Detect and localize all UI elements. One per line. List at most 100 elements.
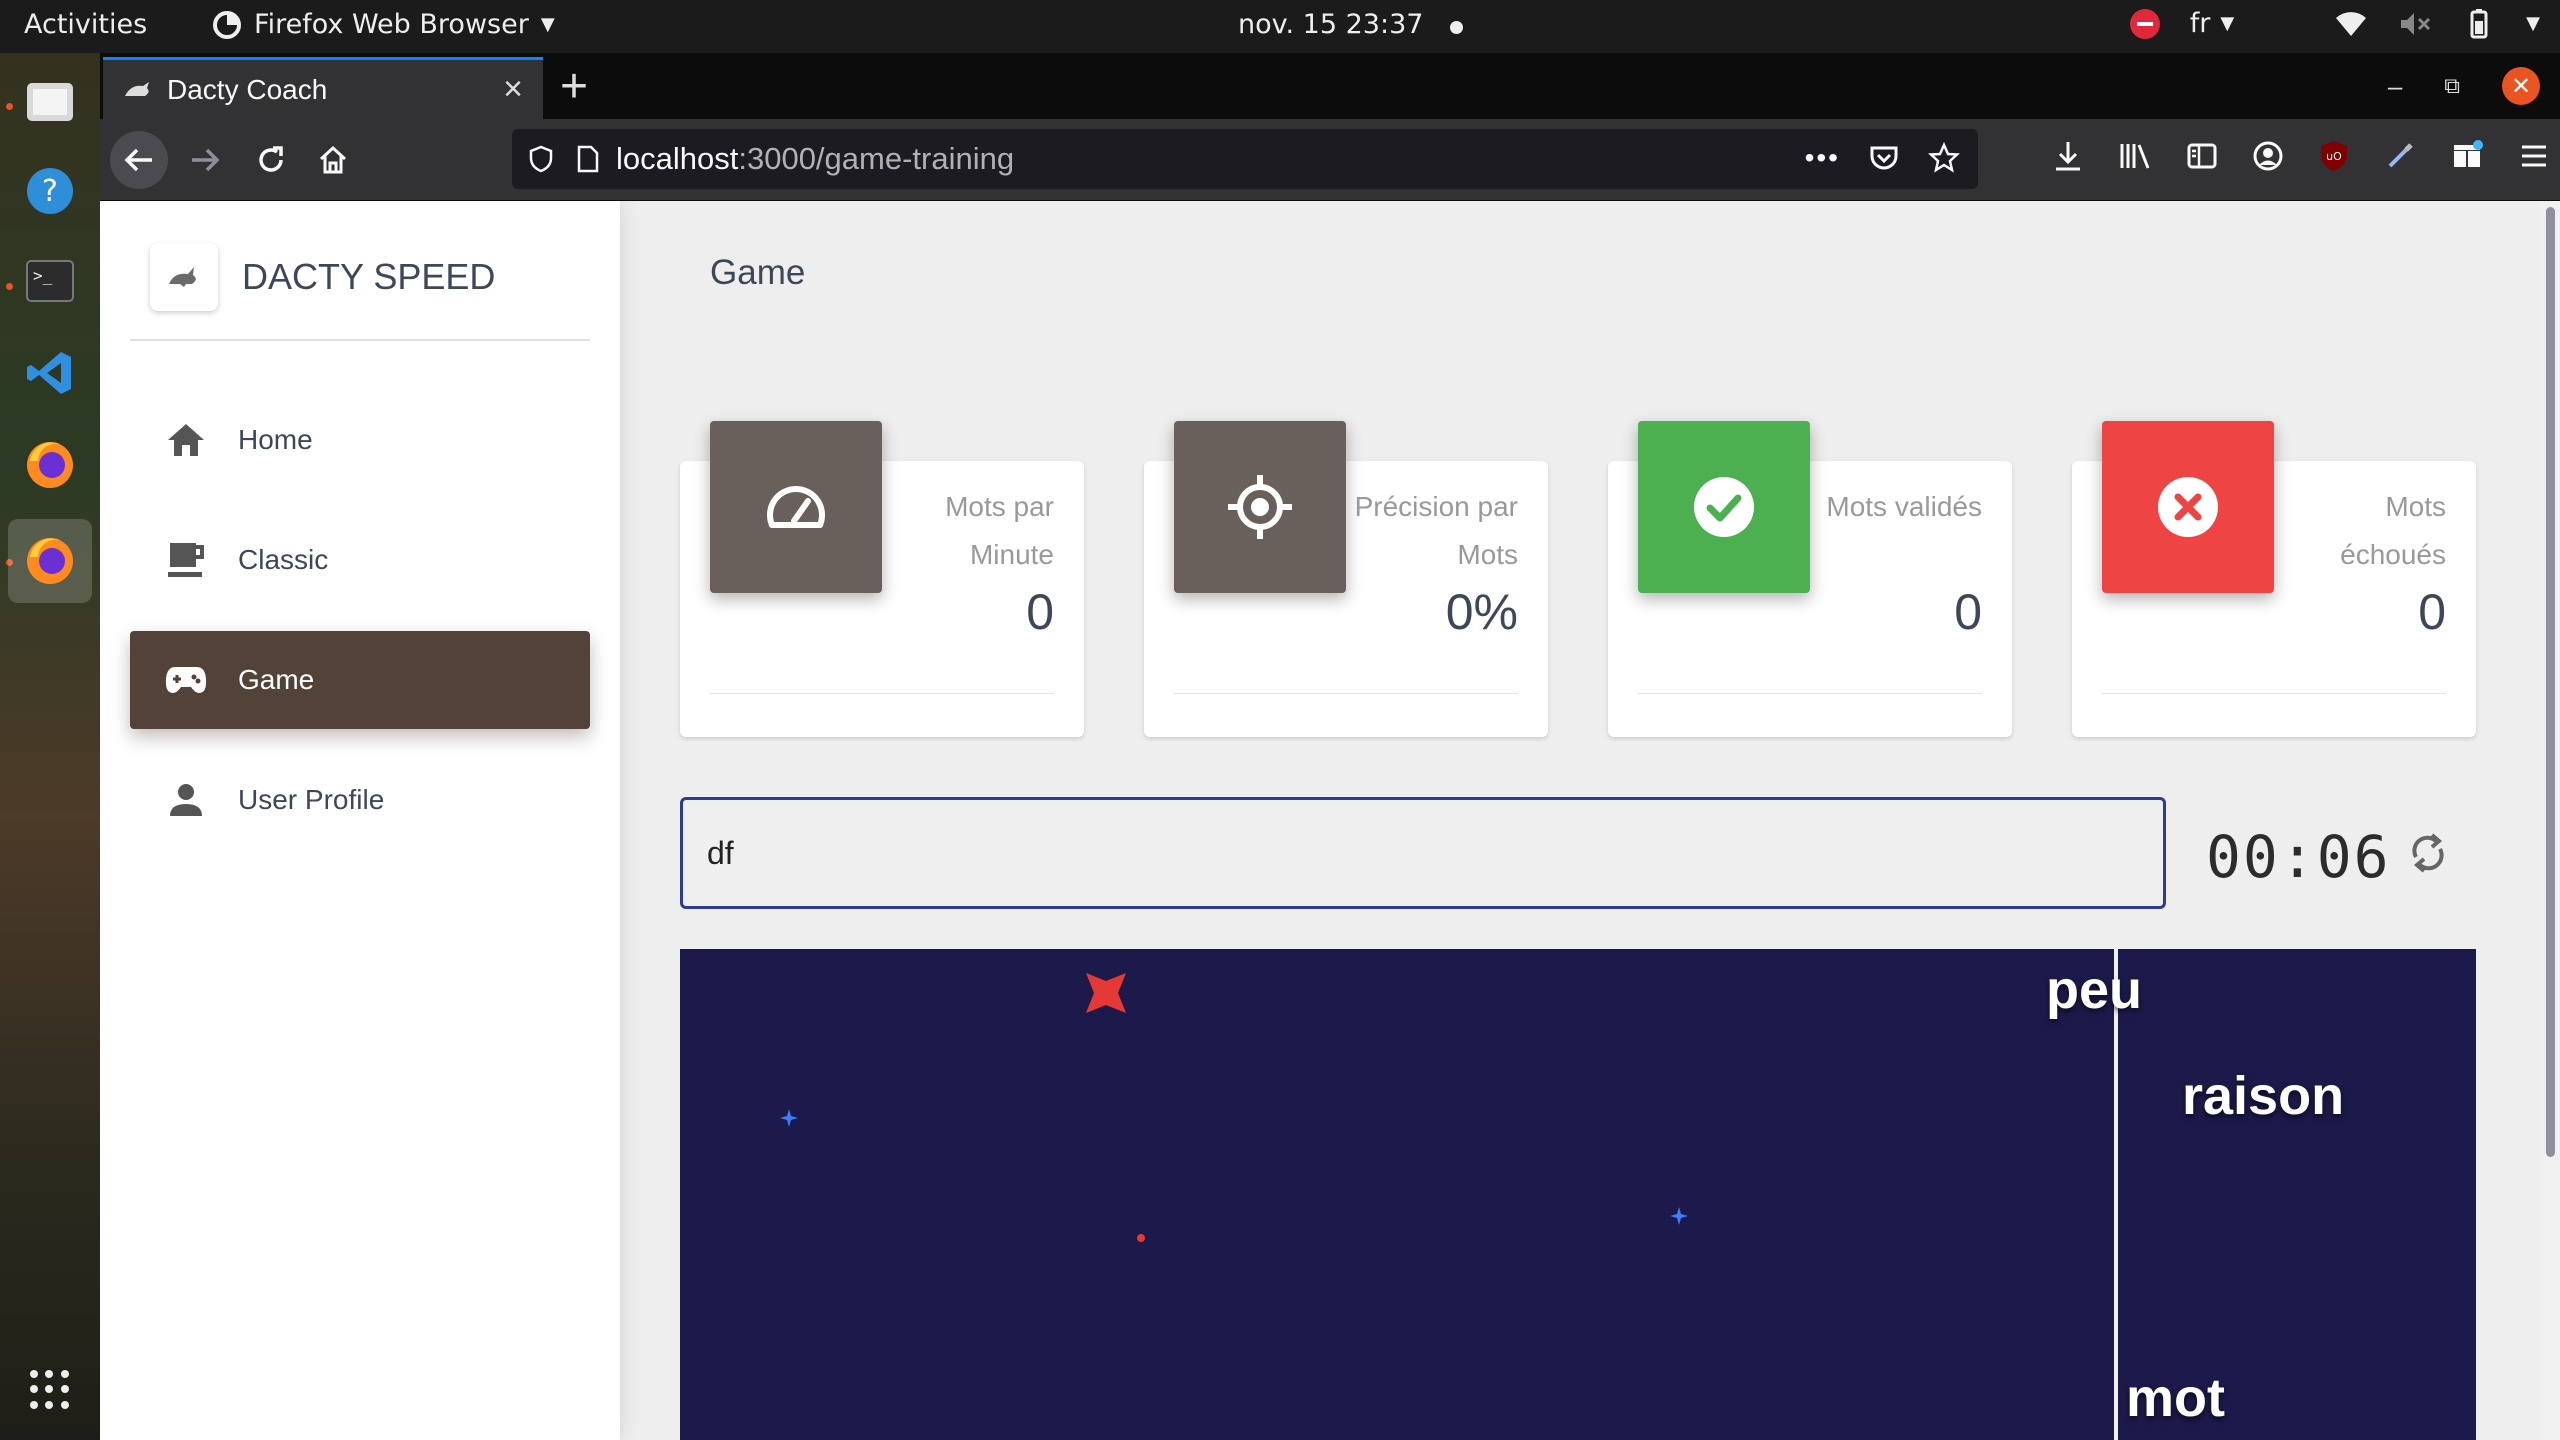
activities-button[interactable]: Activities bbox=[24, 9, 147, 40]
blue-star-sprite bbox=[780, 1109, 798, 1127]
minimize-button[interactable]: – bbox=[2388, 71, 2402, 102]
refresh-icon bbox=[2412, 833, 2444, 873]
card-divider bbox=[710, 693, 1054, 694]
sidebar-item-home[interactable]: Home bbox=[130, 391, 590, 489]
hamburger-menu-icon[interactable] bbox=[2518, 142, 2550, 170]
brand-name: DACTY SPEED bbox=[242, 256, 496, 297]
system-tray[interactable]: fr ▼ ▼ bbox=[2129, 8, 2540, 39]
gamepad-icon bbox=[164, 658, 208, 702]
svg-text:?: ? bbox=[42, 174, 58, 209]
sidebar-item-label: User Profile bbox=[238, 784, 385, 815]
show-applications-icon[interactable] bbox=[30, 1370, 70, 1410]
stat-card-precision: Précision par Mots 0% bbox=[1144, 421, 1548, 737]
download-icon[interactable] bbox=[2052, 139, 2084, 173]
card-divider bbox=[2102, 693, 2446, 694]
home-button[interactable] bbox=[304, 131, 362, 189]
firefox-active-icon[interactable] bbox=[8, 519, 92, 603]
arrow-right-icon bbox=[192, 148, 220, 172]
sidebar-item-label: Home bbox=[238, 424, 313, 455]
running-indicator bbox=[6, 103, 13, 110]
app-menu[interactable]: Firefox Web Browser ▼ bbox=[212, 9, 555, 40]
sidebar-item-game[interactable]: Game bbox=[130, 631, 590, 729]
check-circle-icon bbox=[1638, 421, 1810, 593]
system-top-bar: Activities Firefox Web Browser ▼ nov. 15… bbox=[0, 0, 2560, 53]
shield-icon bbox=[529, 145, 553, 173]
page-icon bbox=[577, 145, 599, 173]
do-not-disturb-icon[interactable] bbox=[2129, 8, 2160, 39]
stat-card-failed: Mots échoués 0 bbox=[2072, 421, 2476, 737]
blue-star-sprite bbox=[1670, 1207, 1688, 1225]
back-button[interactable] bbox=[110, 131, 168, 189]
pocket-icon[interactable] bbox=[1868, 142, 1900, 174]
extensions-icon[interactable] bbox=[2450, 139, 2484, 173]
page-scrollbar[interactable] bbox=[2540, 201, 2560, 1440]
address-bar[interactable]: localhost:3000/game-training ••• bbox=[512, 129, 1978, 189]
maximize-button[interactable]: ⧉ bbox=[2444, 73, 2460, 99]
volume-muted-icon bbox=[2401, 12, 2431, 35]
stat-value: 0 bbox=[1026, 584, 1054, 640]
vscode-icon[interactable] bbox=[22, 345, 78, 401]
help-icon[interactable]: ? bbox=[22, 163, 78, 219]
arrow-left-icon bbox=[124, 148, 152, 172]
firefox-small-icon bbox=[213, 10, 241, 39]
forward-button[interactable] bbox=[176, 131, 234, 189]
coffee-icon bbox=[164, 538, 208, 582]
ublock-icon[interactable]: uO bbox=[2318, 139, 2350, 173]
sidebar-item-classic[interactable]: Classic bbox=[130, 511, 590, 609]
files-icon[interactable] bbox=[22, 73, 78, 129]
sidebar-nav: Home Classic Game User Profile bbox=[130, 391, 590, 871]
new-tab-button[interactable]: + bbox=[560, 59, 588, 114]
firefox-icon[interactable] bbox=[22, 437, 78, 493]
navigation-toolbar: localhost:3000/game-training ••• uO bbox=[100, 119, 2560, 201]
sidebar-toggle-icon[interactable] bbox=[2186, 141, 2218, 171]
sidebar: DACTY SPEED Home Classic Game User Profi… bbox=[100, 201, 620, 1440]
browser-tab[interactable]: Dacty Coach × bbox=[103, 57, 543, 119]
battery-icon bbox=[2470, 8, 2488, 38]
falling-word: raison bbox=[2182, 1066, 2345, 1126]
app-menu-label: Firefox Web Browser bbox=[254, 9, 529, 40]
stat-card-validated: Mots validés 0 bbox=[1608, 421, 2012, 737]
sidebar-item-user-profile[interactable]: User Profile bbox=[130, 751, 590, 849]
eyedropper-icon[interactable] bbox=[2384, 140, 2416, 172]
close-tab-icon[interactable]: × bbox=[503, 70, 523, 109]
typing-input[interactable] bbox=[680, 797, 2166, 909]
stat-value: 0 bbox=[1954, 584, 1982, 640]
falling-word: peu bbox=[2046, 960, 2143, 1020]
stat-label: Précision par Mots bbox=[1354, 491, 1518, 570]
dock: ? >_ bbox=[0, 53, 100, 1440]
svg-text:uO: uO bbox=[2326, 150, 2342, 163]
web-page: DACTY SPEED Home Classic Game User Profi… bbox=[100, 201, 2540, 1440]
card-divider bbox=[1638, 693, 1982, 694]
stat-card-wpm: Mots par Minute 0 bbox=[680, 421, 1084, 737]
library-icon[interactable] bbox=[2118, 140, 2152, 172]
scrollbar-thumb[interactable] bbox=[2546, 207, 2555, 1157]
bookmark-star-icon[interactable] bbox=[1928, 142, 1960, 174]
chevron-down-icon: ▼ bbox=[540, 14, 555, 35]
url-actions: ••• bbox=[1805, 141, 1960, 175]
game-canvas[interactable]: peu raison mot bbox=[680, 949, 2476, 1440]
timer: 00:06 bbox=[2206, 823, 2391, 891]
url-host: localhost bbox=[616, 141, 739, 176]
reload-button[interactable] bbox=[242, 131, 300, 189]
red-star-sprite bbox=[1086, 973, 1126, 1013]
url-text: localhost:3000/game-training bbox=[616, 141, 1014, 177]
page-actions-icon[interactable]: ••• bbox=[1805, 141, 1840, 175]
terminal-icon[interactable]: >_ bbox=[22, 253, 78, 309]
keyboard-layout-label: fr bbox=[2189, 8, 2211, 39]
account-icon[interactable] bbox=[2252, 140, 2284, 172]
keyboard-layout[interactable]: fr ▼ bbox=[2190, 8, 2234, 39]
url-path: :3000/game-training bbox=[738, 141, 1015, 176]
stat-label: Mots validés bbox=[1826, 491, 1982, 522]
brand[interactable]: DACTY SPEED bbox=[150, 243, 495, 311]
red-dot-sprite bbox=[1137, 1234, 1145, 1242]
close-window-button[interactable]: ✕ bbox=[2502, 67, 2540, 105]
home-icon bbox=[164, 418, 208, 462]
sidebar-item-label: Game bbox=[238, 664, 315, 695]
chevron-down-icon: ▼ bbox=[2526, 13, 2540, 34]
rabbit-logo-icon bbox=[150, 243, 218, 311]
restart-button[interactable] bbox=[2404, 829, 2452, 877]
home-outline-icon bbox=[319, 145, 347, 174]
page-title: Game bbox=[710, 253, 806, 292]
wifi-icon bbox=[2336, 11, 2367, 36]
clock[interactable]: nov. 15 23:37 bbox=[1238, 9, 1423, 40]
